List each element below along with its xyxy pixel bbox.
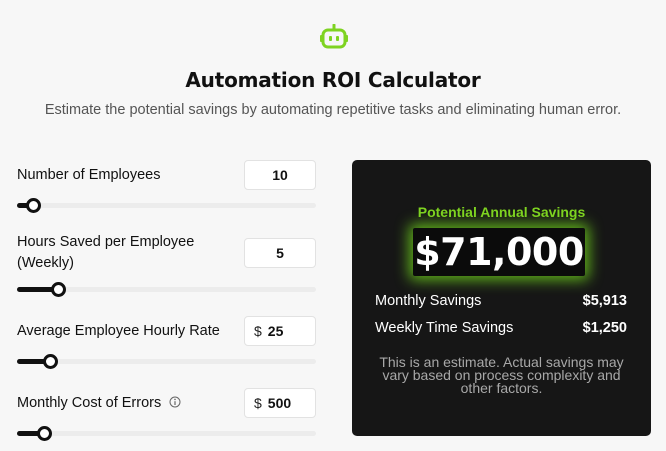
errors-value: 500 xyxy=(267,395,292,411)
employees-label: Number of Employees xyxy=(17,167,161,183)
hours-input[interactable]: 5 xyxy=(244,238,316,268)
rate-value: 25 xyxy=(267,323,284,339)
annual-savings-heading: Potential Annual Savings xyxy=(417,204,586,220)
errors-label: Monthly Cost of Errors xyxy=(17,395,162,411)
weekly-savings-label: Weekly Time Savings xyxy=(375,320,514,336)
estimate-disclaimer: This is an estimate. Actual savings may … xyxy=(379,354,624,396)
monthly-savings-label: Monthly Savings xyxy=(375,293,482,309)
page-subtitle: Estimate the potential savings by automa… xyxy=(44,102,622,118)
info-icon[interactable] xyxy=(169,396,181,408)
employees-slider[interactable] xyxy=(17,198,316,213)
hours-value: 5 xyxy=(276,245,284,261)
errors-slider[interactable] xyxy=(17,426,316,441)
hours-slider-handle[interactable] xyxy=(51,282,66,297)
results-panel: Potential Annual Savings $71,000 Monthly… xyxy=(352,160,651,436)
monthly-savings-value: $5,913 xyxy=(582,293,627,309)
rate-label: Average Employee Hourly Rate xyxy=(17,323,220,339)
hours-label: Hours Saved per Employee (Weekly) xyxy=(17,234,195,271)
monthly-savings-row: Monthly Savings $5,913 xyxy=(375,293,627,309)
weekly-savings-row: Weekly Time Savings $1,250 xyxy=(375,320,627,336)
errors-currency-prefix: $ xyxy=(254,395,262,411)
hours-slider[interactable] xyxy=(17,282,316,297)
employees-slider-handle[interactable] xyxy=(26,198,41,213)
errors-label-row: Monthly Cost of Errors xyxy=(17,393,181,414)
errors-slider-handle[interactable] xyxy=(37,426,52,441)
rate-slider[interactable] xyxy=(17,354,316,369)
weekly-savings-value: $1,250 xyxy=(582,320,627,336)
robot-icon xyxy=(320,24,348,49)
rate-input[interactable]: $ 25 xyxy=(244,316,316,346)
annual-savings-value: $71,000 xyxy=(413,228,585,276)
page-title: Automation ROI Calculator xyxy=(185,68,481,92)
rate-slider-handle[interactable] xyxy=(43,354,58,369)
employees-value: 10 xyxy=(272,167,288,183)
employees-input[interactable]: 10 xyxy=(244,160,316,190)
errors-input[interactable]: $ 500 xyxy=(244,388,316,418)
rate-currency-prefix: $ xyxy=(254,323,262,339)
